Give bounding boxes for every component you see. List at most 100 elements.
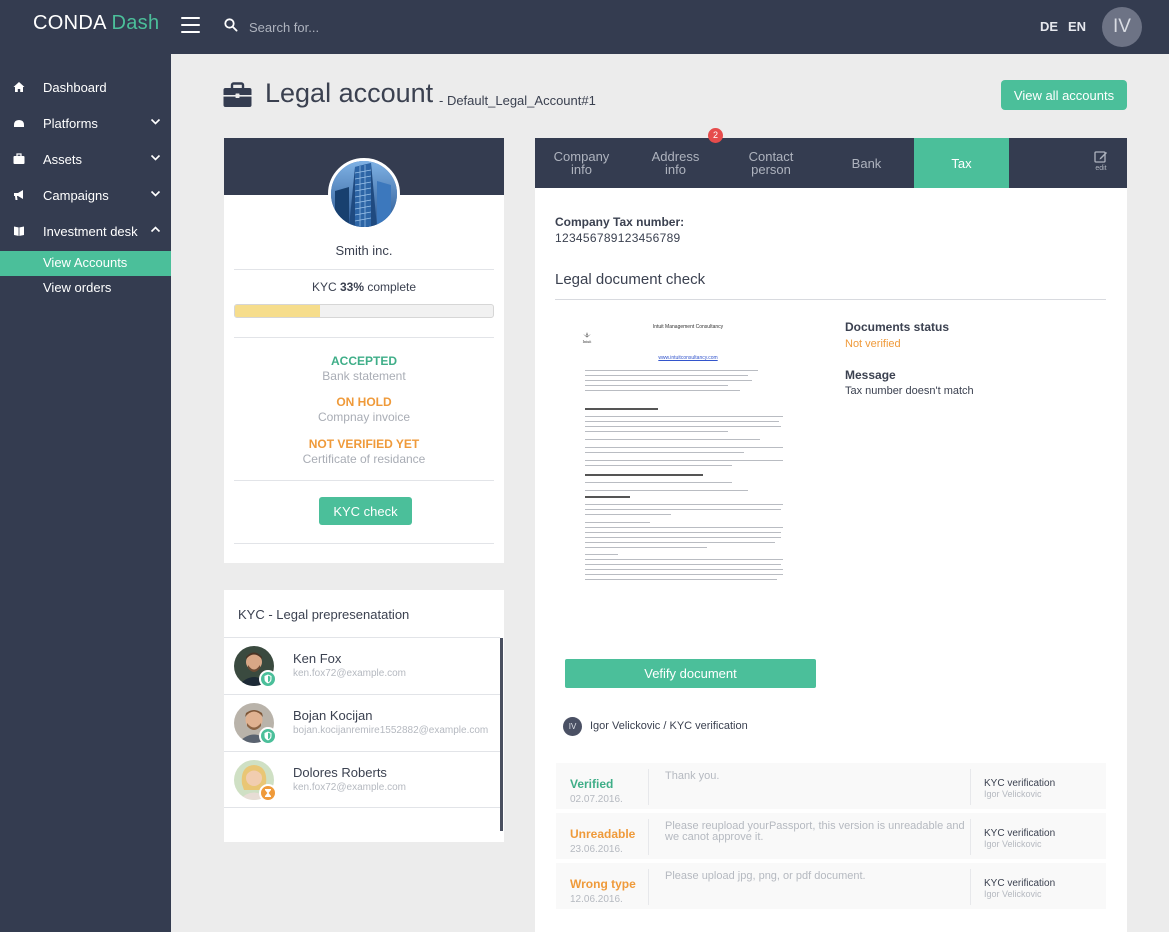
document-text-line bbox=[585, 416, 783, 417]
briefcase-icon bbox=[223, 82, 252, 107]
document-text-line bbox=[585, 559, 783, 560]
page-subtitle: - Default_Legal_Account#1 bbox=[439, 93, 596, 108]
representation-scrollbar[interactable] bbox=[500, 638, 503, 831]
brand-logo[interactable]: CONDA Dash bbox=[33, 12, 159, 35]
table-row: Verified 02.07.2016. Thank you. KYC veri… bbox=[556, 763, 1106, 811]
document-text-line bbox=[585, 532, 781, 533]
megaphone-icon bbox=[14, 190, 23, 200]
document-text-line bbox=[585, 426, 781, 427]
sidebar-item-label: Platforms bbox=[43, 116, 98, 131]
lang-en-link[interactable]: EN bbox=[1068, 19, 1086, 34]
sidebar: Dashboard Platforms Assets Campaigns Inv… bbox=[0, 54, 171, 932]
verifier-text: Igor Velickovic / KYC verification bbox=[590, 720, 748, 732]
document-text-line bbox=[585, 385, 728, 386]
kyc-progress-bar bbox=[234, 304, 494, 318]
legal-document-check-title: Legal document check bbox=[555, 271, 706, 288]
kyc-check-button[interactable]: KYC check bbox=[319, 497, 412, 525]
divider bbox=[555, 299, 1106, 300]
sidebar-item-assets[interactable]: Assets bbox=[0, 146, 171, 174]
document-text-line bbox=[585, 569, 783, 570]
document-text-line bbox=[585, 522, 650, 523]
company-avatar bbox=[328, 158, 400, 230]
history-date: 12.06.2016. bbox=[570, 894, 623, 905]
document-text-line bbox=[585, 579, 777, 580]
page-title: Legal account bbox=[265, 78, 434, 108]
brand-accent: Dash bbox=[111, 12, 160, 34]
kyc-completion-text: KYC 33% complete bbox=[224, 280, 504, 294]
top-bar: CONDA Dash DE EN IV bbox=[0, 0, 1169, 54]
tab-label: info bbox=[571, 162, 592, 177]
person-name: Ken Fox bbox=[293, 651, 342, 666]
view-all-accounts-button[interactable]: View all accounts bbox=[1001, 80, 1127, 110]
edit-icon bbox=[1094, 151, 1107, 163]
user-avatar[interactable]: IV bbox=[1102, 7, 1142, 47]
chevron-down-icon bbox=[150, 154, 161, 161]
document-text-line bbox=[585, 375, 748, 376]
sidebar-subitem-view-accounts[interactable]: View Accounts bbox=[0, 251, 171, 276]
document-text-line bbox=[585, 504, 783, 505]
doc-name: Certificate of residance bbox=[302, 452, 426, 466]
brand-main: CONDA bbox=[33, 12, 106, 34]
kyc-representation-card: KYC - Legal prepresenatation Ken Fox ken… bbox=[224, 590, 504, 842]
history-message: Please upload jpg, png, or pdf document. bbox=[665, 870, 866, 882]
hourglass-icon bbox=[259, 784, 277, 802]
tab-bank[interactable]: Bank bbox=[819, 138, 914, 188]
list-item[interactable]: Bojan Kocijan bojan.kocijanremire1552882… bbox=[224, 694, 500, 751]
verifier-avatar: IV bbox=[563, 717, 582, 736]
sidebar-item-label: Investment desk bbox=[43, 224, 138, 239]
person-email: ken.fox72@example.com bbox=[293, 782, 406, 793]
document-text-line bbox=[585, 439, 760, 440]
chevron-down-icon bbox=[150, 118, 161, 125]
documents-status-label: Documents status bbox=[845, 320, 950, 334]
tax-number-label: Company Tax number: bbox=[555, 215, 685, 229]
tab-company-info[interactable]: Company info bbox=[535, 138, 628, 188]
sidebar-subitem-view-orders[interactable]: View orders bbox=[0, 276, 171, 301]
search-input[interactable] bbox=[249, 16, 549, 38]
list-item[interactable]: Dolores Roberts ken.fox72@example.com bbox=[224, 751, 500, 808]
list-item[interactable]: Ken Fox ken.fox72@example.com bbox=[224, 637, 500, 694]
kyc-percent: 33% bbox=[339, 280, 364, 294]
history-date: 02.07.2016. bbox=[570, 794, 623, 805]
document-text-line bbox=[585, 490, 748, 491]
doc-name: Bank statement bbox=[322, 369, 406, 383]
document-text-line bbox=[585, 509, 781, 510]
document-text-line bbox=[585, 465, 732, 466]
doc-name: Compnay invoice bbox=[317, 410, 411, 424]
document-preview-link: www.intuitconsultancy.com bbox=[658, 355, 718, 361]
document-text-line bbox=[585, 421, 779, 422]
document-text-line bbox=[585, 496, 630, 498]
document-preview-logo: Intuit bbox=[583, 332, 593, 344]
document-preview[interactable]: Intuit Management Consultancy Intuit www… bbox=[577, 318, 799, 614]
tab-label: Tax bbox=[951, 156, 972, 171]
sidebar-item-campaigns[interactable]: Campaigns bbox=[0, 182, 171, 210]
message-label: Message bbox=[845, 368, 896, 382]
doc-status-not-verified: NOT VERIFIED YET bbox=[308, 437, 420, 451]
home-icon bbox=[13, 82, 25, 92]
platform-icon bbox=[14, 120, 24, 127]
tab-tax[interactable]: Tax bbox=[914, 138, 1009, 188]
tab-label: person bbox=[751, 162, 791, 177]
document-text-line bbox=[585, 380, 752, 381]
edit-button[interactable]: edit bbox=[1086, 150, 1116, 178]
shield-icon bbox=[259, 670, 277, 688]
kyc-suffix: complete bbox=[364, 280, 417, 294]
notification-badge: 2 bbox=[708, 128, 723, 143]
sidebar-item-platforms[interactable]: Platforms bbox=[0, 110, 171, 138]
history-message: Thank you. bbox=[665, 770, 720, 782]
sidebar-subitem-label: View orders bbox=[43, 280, 112, 295]
book-icon bbox=[14, 226, 24, 236]
search-icon[interactable] bbox=[224, 18, 238, 32]
menu-toggle-icon[interactable] bbox=[181, 17, 200, 33]
tab-contact-person[interactable]: Contact person bbox=[723, 138, 819, 188]
document-text-line bbox=[585, 574, 783, 575]
sidebar-item-dashboard[interactable]: Dashboard bbox=[0, 74, 171, 102]
sidebar-item-investment-desk[interactable]: Investment desk bbox=[0, 218, 171, 246]
lang-de-link[interactable]: DE bbox=[1040, 19, 1058, 34]
kyc-progress-fill bbox=[235, 305, 321, 317]
document-preview-logo-text: Intuit bbox=[583, 339, 593, 344]
history-status: Wrong type bbox=[570, 877, 636, 891]
tab-label: Bank bbox=[851, 156, 882, 171]
verify-document-button[interactable]: Vefify document bbox=[565, 659, 816, 688]
tab-address-info[interactable]: Address info bbox=[628, 138, 723, 188]
documents-status-value: Not verified bbox=[845, 338, 901, 350]
